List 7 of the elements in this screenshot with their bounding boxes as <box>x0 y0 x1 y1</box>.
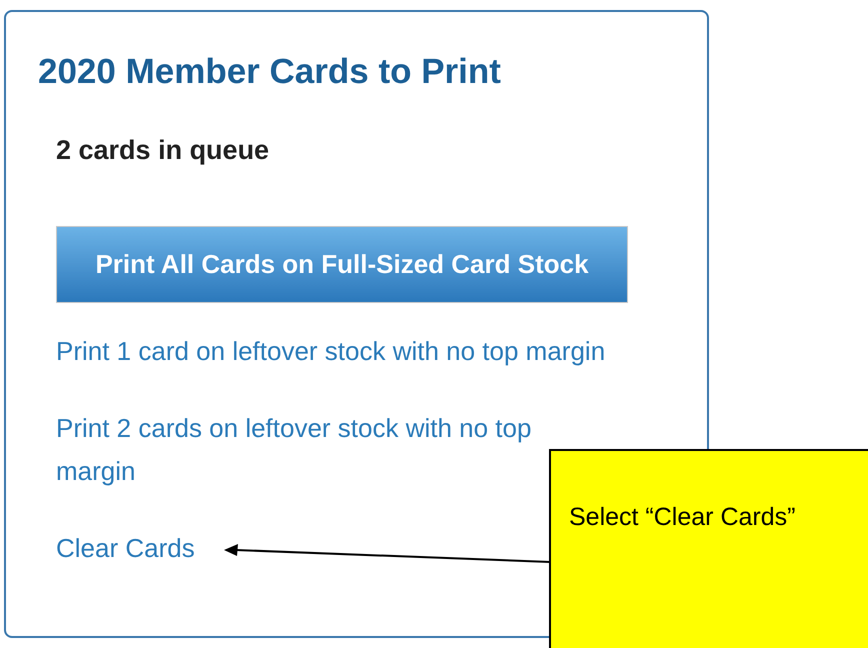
print-option-link[interactable]: Print 1 card on leftover stock with no top margin <box>56 330 606 373</box>
print-all-button[interactable]: Print All Cards on Full-Sized Card Stock <box>56 226 628 303</box>
card-title: 2020 Member Cards to Print <box>38 52 501 92</box>
queue-count: 2 cards in queue <box>56 136 270 164</box>
callout-text: Select “Clear Cards” <box>569 502 796 533</box>
print-option-link[interactable]: Print 2 cards on leftover stock with no top margin <box>56 407 544 493</box>
print-option-link[interactable]: Clear Cards <box>56 527 195 570</box>
